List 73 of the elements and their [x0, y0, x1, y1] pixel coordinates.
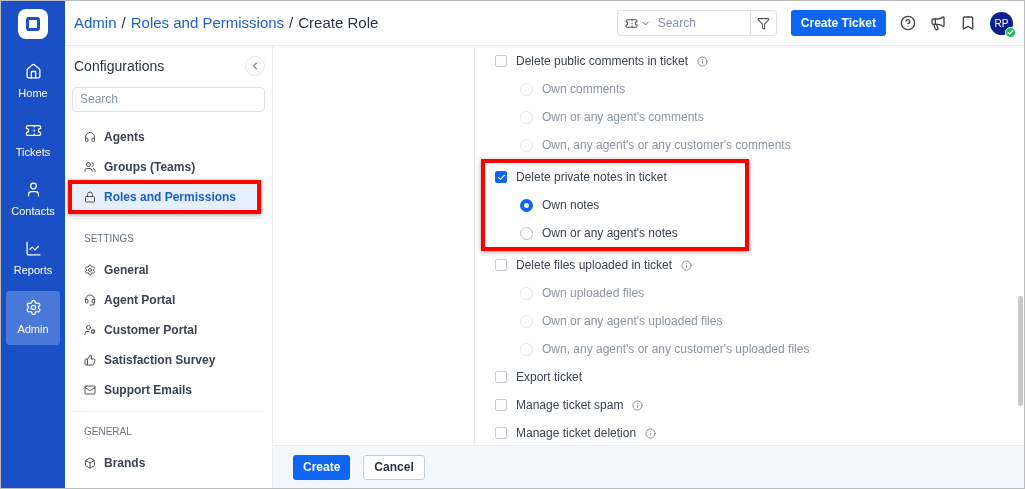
- scrollbar-thumb[interactable]: [1018, 296, 1023, 406]
- nav-item[interactable]: Reports: [6, 232, 60, 286]
- bookmark-icon[interactable]: [960, 15, 976, 31]
- breadcrumb-link[interactable]: Roles and Permissions: [130, 11, 285, 35]
- option-label: Own comments: [542, 81, 626, 98]
- option-label: Own or any agent's notes: [542, 225, 678, 242]
- settings-icon: [24, 298, 42, 316]
- search-field[interactable]: Search: [616, 10, 777, 36]
- create-button[interactable]: Create: [293, 454, 351, 480]
- thumbs-up-icon: [84, 353, 96, 366]
- breadcrumb-separator: /: [289, 12, 294, 33]
- option-label: Own uploaded files: [542, 285, 645, 302]
- help-icon[interactable]: [900, 15, 916, 31]
- headset-icon: [84, 293, 96, 306]
- people-icon: [84, 160, 96, 173]
- nav-item[interactable]: Contacts: [6, 173, 60, 227]
- user-gear-icon: [84, 323, 96, 336]
- breadcrumb-link[interactable]: Admin: [74, 11, 117, 35]
- option-label: Own, any agent's or any customer's uploaded files: [542, 341, 810, 358]
- section-heading: GENERAL: [83, 425, 133, 439]
- radio-button[interactable]: [520, 198, 533, 212]
- nav-item[interactable]: Tickets: [6, 114, 60, 168]
- permission-label: Export ticket: [516, 369, 583, 386]
- checkbox[interactable]: [495, 427, 507, 439]
- settings-icon: [84, 263, 96, 276]
- sidebar-item[interactable]: Groups (Teams): [72, 153, 265, 180]
- section-heading: SETTINGS: [83, 232, 135, 246]
- sidebar-title: Configurations: [73, 56, 165, 76]
- nav-item[interactable]: Admin: [6, 291, 60, 345]
- megaphone-icon[interactable]: [930, 15, 946, 31]
- permission-label: Delete public comments in ticket: [516, 53, 689, 70]
- option-label: Own notes: [542, 197, 600, 214]
- create-ticket-button[interactable]: Create Ticket: [790, 10, 886, 36]
- sidebar-item[interactable]: Roles and Permissions: [72, 183, 257, 210]
- sidebar-item[interactable]: Brands: [72, 449, 265, 476]
- checkbox[interactable]: [495, 171, 507, 183]
- info-icon[interactable]: [697, 55, 709, 67]
- permission-label: Manage ticket spam: [516, 397, 624, 414]
- headphones-icon: [84, 130, 96, 143]
- search-input[interactable]: Search: [657, 14, 748, 32]
- sidebar-item[interactable]: Satisfaction Survey: [72, 346, 265, 373]
- filter-icon[interactable]: [756, 16, 770, 30]
- permission-label: Manage ticket deletion: [516, 425, 637, 442]
- checkbox[interactable]: [495, 399, 507, 411]
- sidebar-search-field[interactable]: Search: [72, 86, 265, 112]
- info-icon[interactable]: [645, 427, 657, 439]
- logo-icon[interactable]: [18, 9, 48, 39]
- sidebar-item[interactable]: Agents: [72, 123, 265, 150]
- home-icon: [24, 62, 42, 80]
- breadcrumb-separator: /: [121, 12, 126, 33]
- envelope-icon: [84, 383, 96, 396]
- cube-icon: [84, 456, 96, 469]
- lock-icon: [84, 190, 96, 203]
- sidebar-item[interactable]: General: [72, 256, 265, 283]
- info-icon[interactable]: [681, 259, 693, 271]
- option-label: Own or any agent's uploaded files: [542, 313, 723, 330]
- checkbox[interactable]: [495, 259, 507, 271]
- nav-item[interactable]: Home: [6, 55, 60, 109]
- checkbox[interactable]: [495, 371, 507, 383]
- permission-label: Delete files uploaded in ticket: [516, 257, 673, 274]
- sidebar-item[interactable]: Agent Portal: [72, 286, 265, 313]
- cancel-button[interactable]: Cancel: [363, 454, 425, 480]
- checkbox[interactable]: [495, 55, 507, 67]
- sidebar-item[interactable]: Support Emails: [72, 376, 265, 403]
- page-title: Create Role: [298, 12, 379, 33]
- permission-label: Delete private notes in ticket: [516, 169, 667, 186]
- option-label: Own or any agent's comments: [542, 109, 704, 126]
- user-avatar[interactable]: RP: [990, 11, 1013, 35]
- chart-icon: [24, 239, 42, 257]
- option-label: Own, any agent's or any customer's comments: [542, 137, 791, 154]
- sidebar-item[interactable]: Customer Portal: [72, 316, 265, 343]
- ticket-icon: [624, 16, 638, 30]
- info-icon[interactable]: [632, 399, 644, 411]
